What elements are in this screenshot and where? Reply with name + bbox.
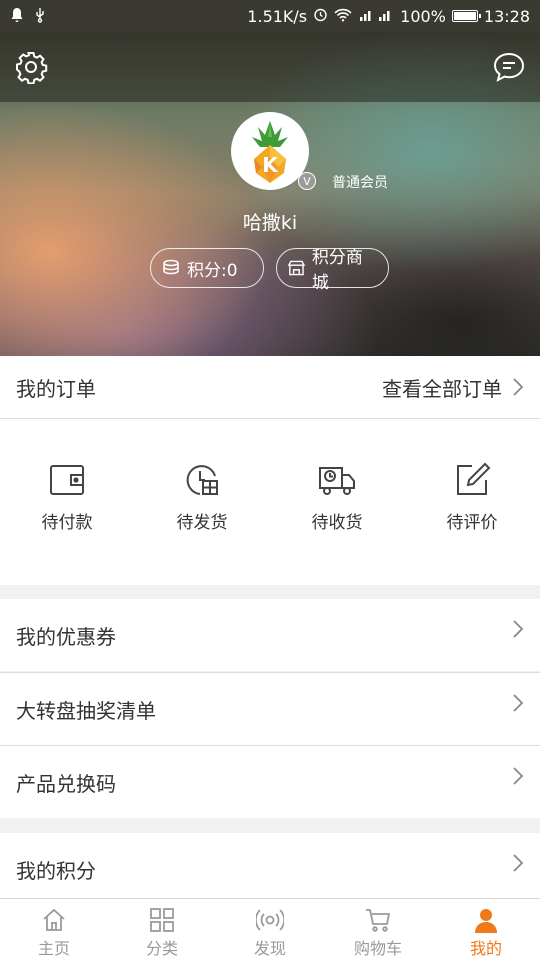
points-mall-label: 积分商城: [311, 248, 363, 293]
battery-icon: [451, 10, 481, 22]
nav-cart[interactable]: 购物车: [324, 899, 432, 960]
status-bar: 1.51K/s 100% 13:28: [0, 0, 540, 32]
nav-cart-label: 购物车: [353, 939, 402, 958]
chat-bubble-icon: [493, 52, 525, 82]
redeem-code-row[interactable]: 产品兑换码: [0, 746, 540, 818]
my-points-row[interactable]: 我的积分: [0, 833, 540, 899]
home-icon: [43, 908, 65, 931]
pending-ship-icon: [186, 465, 218, 495]
grid-icon: [150, 908, 174, 932]
messages-button[interactable]: [489, 47, 529, 87]
person-icon: [475, 909, 497, 933]
order-pending-review[interactable]: 待评价: [405, 462, 539, 533]
header-toolbar-background: [0, 32, 540, 102]
chevron-right-icon: [513, 767, 524, 785]
nav-me[interactable]: 我的: [432, 899, 540, 960]
order-pending-shipment-label: 待发货: [176, 513, 228, 533]
member-level: 普通会员: [332, 175, 388, 191]
order-status-grid: 待付款 待发货 待收货 待评价: [0, 419, 540, 585]
signal-icon: [358, 7, 394, 26]
nav-me-label: 我的: [469, 939, 502, 958]
bottom-nav: 主页 分类 发现 购物车 我的: [0, 898, 540, 960]
review-edit-icon: [457, 462, 491, 495]
lucky-wheel-list-label: 大转盘抽奖清单: [16, 699, 156, 723]
order-pending-payment-label: 待付款: [41, 513, 93, 533]
alarm-icon: [313, 7, 328, 26]
my-coupons-label: 我的优惠券: [16, 625, 116, 649]
chevron-right-icon: [513, 694, 524, 712]
chevron-right-icon: [513, 378, 524, 396]
pineapple-logo: K: [252, 121, 288, 183]
lucky-wheel-list-row[interactable]: 大转盘抽奖清单: [0, 673, 540, 745]
nav-discover[interactable]: 发现: [216, 899, 324, 960]
notification-bell-icon: [10, 7, 24, 26]
coins-icon: [163, 259, 179, 275]
order-pending-payment[interactable]: 待付款: [0, 462, 134, 533]
cart-icon: [366, 909, 391, 932]
wifi-icon: [334, 7, 352, 26]
order-pending-shipment[interactable]: 待发货: [135, 462, 269, 533]
points-mall-button[interactable]: 积分商城: [276, 248, 389, 293]
network-speed: 1.51K/s: [247, 6, 308, 26]
order-pending-review-label: 待评价: [446, 513, 498, 533]
chevron-right-icon: [513, 620, 524, 638]
settings-button[interactable]: [11, 47, 51, 87]
delivery-truck-icon: [319, 467, 355, 495]
gear-icon: [16, 52, 48, 84]
nav-category-label: 分类: [145, 939, 178, 958]
order-pending-receipt-label: 待收货: [311, 513, 363, 533]
clock-time: 13:28: [483, 6, 530, 26]
store-icon: [287, 260, 306, 276]
points-button[interactable]: 积分:0: [150, 248, 264, 288]
order-pending-receipt[interactable]: 待收货: [270, 462, 404, 533]
my-coupons-row[interactable]: 我的优惠券: [0, 599, 540, 671]
nav-home-label: 主页: [37, 939, 70, 958]
nav-category[interactable]: 分类: [108, 899, 216, 960]
view-all-orders-link[interactable]: 查看全部订单: [382, 373, 502, 402]
my-orders-row[interactable]: 我的订单 查看全部订单: [0, 356, 540, 418]
nav-home[interactable]: 主页: [0, 899, 108, 960]
radar-icon: [256, 909, 284, 931]
profile-header: K V 普通会员 哈撒ki 积分:0 积分商城: [0, 32, 540, 356]
username: 哈撒ki: [242, 212, 298, 234]
usb-icon: [34, 7, 46, 26]
vip-badge: V: [298, 172, 316, 190]
avatar-letter: K: [262, 153, 279, 177]
battery-percent: 100%: [400, 6, 446, 26]
chevron-right-icon: [513, 854, 524, 872]
redeem-code-label: 产品兑换码: [16, 772, 116, 796]
points-label: 积分:0: [187, 260, 238, 281]
my-orders-title: 我的订单: [16, 376, 96, 401]
nav-discover-label: 发现: [253, 939, 286, 958]
my-points-label: 我的积分: [16, 859, 96, 883]
wallet-icon: [50, 465, 84, 495]
